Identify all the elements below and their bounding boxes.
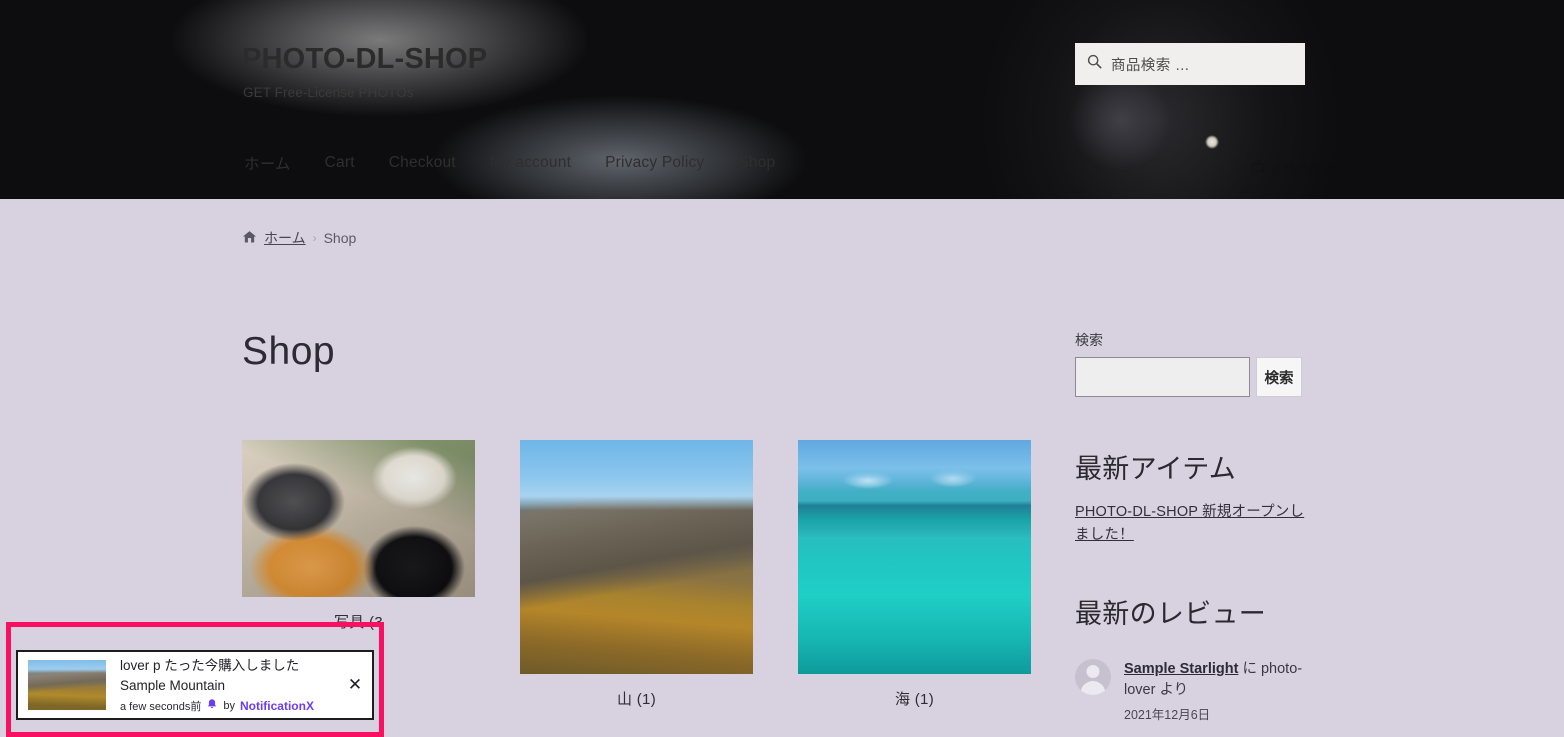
latest-reviews-widget: 最新のレビュー Sample Starlight に photo-lover よ…	[1075, 598, 1315, 723]
page-title: Shop	[242, 330, 336, 373]
category-card[interactable]: 山 (1)	[520, 440, 753, 709]
sidebar: 検索 検索 最新アイテム PHOTO-DL-SHOP 新規オープンしました！ 最…	[1075, 330, 1315, 723]
breadcrumb: ホーム › Shop	[242, 228, 356, 248]
breadcrumb-current: Shop	[323, 230, 357, 246]
category-label: 写具 (3	[333, 614, 383, 631]
breadcrumb-bar: ホーム › Shop	[0, 199, 1564, 277]
nav-item-shop[interactable]: Shop	[736, 150, 777, 176]
latest-items-widget: 最新アイテム PHOTO-DL-SHOP 新規オープンしました！	[1075, 453, 1315, 546]
notificationx-popup[interactable]: lover p たった今購入しました Sample Mountain a few…	[16, 650, 374, 720]
category-thumbnail[interactable]	[798, 440, 1031, 674]
notification-time: a few seconds前	[120, 700, 202, 713]
search-widget: 検索 検索	[1075, 330, 1315, 397]
notification-meta: a few seconds前 by NotificationX	[120, 698, 338, 714]
category-thumbnail[interactable]	[520, 440, 753, 674]
latest-reviews-title: 最新のレビュー	[1075, 599, 1267, 630]
site-tagline: GET Free-License PHOTOs	[243, 85, 414, 100]
nav-item-checkout[interactable]: Checkout	[387, 150, 458, 176]
product-search-box[interactable]: 商品検索 …	[1075, 43, 1305, 85]
review-date: 2021年12月6日	[1124, 708, 1211, 723]
nav-item-home[interactable]: ホーム	[242, 148, 293, 178]
close-icon[interactable]: ✕	[338, 652, 372, 718]
review-text: Sample Starlight に photo-lover より	[1124, 659, 1315, 703]
search-input[interactable]	[1075, 357, 1250, 397]
review-item: Sample Starlight に photo-lover より 2021年1…	[1075, 658, 1315, 724]
breadcrumb-separator: ›	[312, 231, 317, 245]
category-label: 海 (1)	[894, 691, 934, 708]
notificationx-brand-link[interactable]: NotificationX	[240, 699, 314, 713]
latest-item-link[interactable]: PHOTO-DL-SHOP 新規オープンしました！	[1075, 501, 1315, 546]
site-header: PHOTO-DL-SHOP GET Free-License PHOTOs 商品…	[0, 0, 1564, 199]
cart-item-count: 0 個の商品	[1272, 162, 1335, 177]
breadcrumb-home-link[interactable]: ホーム	[264, 228, 306, 248]
notification-message: lover p たった今購入しました	[120, 658, 300, 674]
review-product-link[interactable]: Sample Starlight	[1124, 661, 1238, 677]
nav-item-privacy-policy[interactable]: Privacy Policy	[603, 150, 706, 176]
cart-widget[interactable]: 0 個の商品	[1250, 158, 1335, 179]
search-widget-label: 検索	[1075, 332, 1103, 348]
shopping-basket-icon	[1250, 158, 1266, 179]
latest-items-title: 最新アイテム	[1075, 454, 1237, 484]
notification-product-name[interactable]: Sample Mountain	[120, 676, 338, 696]
avatar	[1075, 658, 1111, 695]
main-navigation: ホーム Cart Checkout My account Privacy Pol…	[242, 148, 777, 178]
search-submit-button[interactable]: 検索	[1256, 357, 1302, 397]
notification-thumbnail	[28, 660, 106, 710]
nav-item-cart[interactable]: Cart	[323, 150, 357, 176]
nav-item-my-account[interactable]: My account	[488, 150, 573, 176]
category-card[interactable]: 海 (1)	[798, 440, 1031, 709]
home-icon	[242, 230, 257, 247]
product-search-placeholder: 商品検索 …	[1111, 57, 1190, 74]
site-title[interactable]: PHOTO-DL-SHOP	[242, 43, 487, 76]
category-thumbnail[interactable]	[242, 440, 475, 597]
notification-by-label: by	[223, 699, 235, 712]
category-label: 山 (1)	[616, 691, 656, 708]
bell-icon	[206, 698, 218, 713]
search-icon	[1087, 54, 1102, 74]
